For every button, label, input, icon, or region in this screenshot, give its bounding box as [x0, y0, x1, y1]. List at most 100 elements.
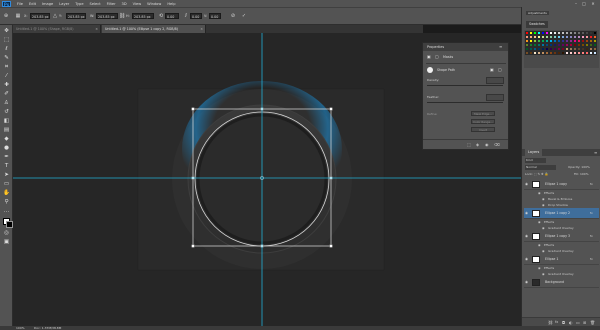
- link-layers-icon[interactable]: ⛓: [548, 320, 553, 325]
- effect-visibility-icon[interactable]: ◉: [542, 203, 545, 207]
- layer-fx-icon[interactable]: fx: [590, 211, 593, 215]
- skew-v-field[interactable]: 0.00: [209, 13, 221, 19]
- layers-tab[interactable]: Layers: [525, 149, 543, 156]
- stamp-tool-icon[interactable]: ♙: [2, 99, 11, 107]
- width-field[interactable]: 203.85 px: [96, 13, 118, 19]
- layer-row[interactable]: ◉ Background: [524, 277, 599, 288]
- commit-transform-icon[interactable]: ✓: [241, 13, 247, 19]
- visibility-eye-icon[interactable]: ◉: [525, 211, 529, 215]
- pixel-mask-icon[interactable]: ▣: [427, 54, 431, 59]
- tab-document-1[interactable]: Untitled-1 @ 100% (Shape, RGB/8) ×: [13, 25, 101, 33]
- menu-help[interactable]: Help: [167, 2, 175, 6]
- layer-fx-icon[interactable]: fx: [590, 257, 593, 261]
- zoom-level[interactable]: 100%: [16, 326, 25, 330]
- adjustment-layer-icon[interactable]: ◐: [569, 320, 573, 325]
- reference-point-icon[interactable]: ▦: [15, 13, 21, 19]
- zoom-tool-icon[interactable]: ⚲: [2, 198, 11, 206]
- vector-mask-icon[interactable]: ▢: [435, 54, 439, 59]
- close-tab-icon[interactable]: ×: [200, 25, 203, 33]
- visibility-icon[interactable]: ◉: [485, 142, 489, 147]
- close-tab-icon[interactable]: ×: [95, 25, 98, 33]
- quick-mask-icon[interactable]: ◎: [2, 229, 11, 237]
- add-mask-icon[interactable]: ▢: [498, 67, 502, 72]
- background-color-swatch[interactable]: [6, 221, 13, 228]
- dodge-tool-icon[interactable]: ●: [2, 144, 11, 152]
- trash-icon[interactable]: 🗑: [590, 320, 595, 325]
- visibility-eye-icon[interactable]: ◉: [525, 182, 529, 186]
- lasso-tool-icon[interactable]: ℓ: [2, 45, 11, 53]
- effect-visibility-icon[interactable]: ◉: [538, 243, 541, 247]
- eraser-tool-icon[interactable]: ◧: [2, 117, 11, 125]
- density-field[interactable]: [486, 77, 504, 84]
- height-field[interactable]: 203.85 px: [132, 13, 154, 19]
- invert-button[interactable]: Invert: [471, 127, 495, 132]
- load-selection-icon[interactable]: ⬚: [467, 142, 471, 147]
- close-button[interactable]: ✕: [590, 1, 596, 6]
- new-layer-icon[interactable]: ⊞: [583, 320, 586, 325]
- type-tool-icon[interactable]: T: [2, 162, 11, 170]
- effect-visibility-icon[interactable]: ◉: [538, 191, 541, 195]
- menu-filter[interactable]: Filter: [107, 2, 116, 6]
- history-brush-tool-icon[interactable]: ↺: [2, 108, 11, 116]
- blend-mode-select[interactable]: Normal: [525, 165, 556, 170]
- menu-view[interactable]: View: [133, 2, 142, 6]
- pen-tool-icon[interactable]: ✒: [2, 153, 11, 161]
- visibility-eye-icon[interactable]: ◉: [525, 257, 529, 261]
- apply-mask-footer-icon[interactable]: ◈: [476, 142, 479, 147]
- cancel-transform-icon[interactable]: ⊘: [230, 13, 236, 19]
- menu-window[interactable]: Window: [147, 2, 161, 6]
- link-icon[interactable]: ⛓: [119, 13, 125, 19]
- fx-icon[interactable]: fx: [555, 320, 558, 324]
- blur-tool-icon[interactable]: ◆: [2, 135, 11, 143]
- panel-menu-icon[interactable]: ≡: [499, 44, 502, 49]
- layer-row[interactable]: ◉ Ellipse 1 copy 2 fx: [524, 208, 599, 219]
- gradient-tool-icon[interactable]: ▤: [2, 126, 11, 134]
- fill-field[interactable]: Fill: 100%: [574, 172, 589, 176]
- visibility-eye-icon[interactable]: ◉: [525, 234, 529, 238]
- menu-image[interactable]: Image: [42, 2, 53, 6]
- layer-fx-icon[interactable]: fx: [590, 234, 593, 238]
- layers-menu-icon[interactable]: ≡: [594, 150, 597, 155]
- layer-fx-icon[interactable]: fx: [590, 182, 593, 186]
- visibility-eye-icon[interactable]: ◉: [525, 280, 529, 284]
- brush-tool-icon[interactable]: ✐: [2, 90, 11, 98]
- feather-slider[interactable]: [427, 102, 503, 103]
- tool-preset-icon[interactable]: ⊕: [3, 13, 9, 19]
- eyedropper-tool-icon[interactable]: ⁄: [2, 72, 11, 80]
- effect-visibility-icon[interactable]: ◉: [538, 220, 541, 224]
- new-group-icon[interactable]: ▭: [576, 320, 580, 325]
- density-slider[interactable]: [427, 85, 503, 86]
- effect-visibility-icon[interactable]: ◉: [538, 266, 541, 270]
- menu-select[interactable]: Select: [90, 2, 101, 6]
- hand-tool-icon[interactable]: ✋: [2, 189, 11, 197]
- minimize-button[interactable]: –: [573, 1, 579, 6]
- path-select-tool-icon[interactable]: ➤: [2, 171, 11, 179]
- menu-file[interactable]: File: [17, 2, 23, 6]
- delete-mask-icon[interactable]: ⌫: [494, 142, 500, 147]
- color-swatch[interactable]: [593, 51, 597, 55]
- color-range-button[interactable]: Color Range...: [471, 119, 495, 124]
- layer-row[interactable]: ◉ Ellipse 1 copy 3 fx: [524, 231, 599, 242]
- menu-edit[interactable]: Edit: [29, 2, 36, 6]
- feather-field[interactable]: [486, 94, 504, 101]
- screen-mode-icon[interactable]: ▣: [2, 238, 11, 246]
- effect-visibility-icon[interactable]: ◉: [542, 226, 545, 230]
- angle-field[interactable]: 0.00: [165, 13, 179, 19]
- quick-select-tool-icon[interactable]: ✎: [2, 54, 11, 62]
- move-tool-icon[interactable]: ✥: [2, 27, 11, 35]
- skew-h-field[interactable]: 0.00: [190, 13, 202, 19]
- opacity-field[interactable]: Opacity: 100%: [568, 165, 590, 169]
- swatches-tab[interactable]: Swatches: [526, 21, 548, 28]
- maximize-button[interactable]: □: [581, 1, 587, 6]
- healing-tool-icon[interactable]: ✚: [2, 81, 11, 89]
- mask-edge-button[interactable]: Mask Edge...: [471, 111, 495, 116]
- effect-visibility-icon[interactable]: ◉: [542, 249, 545, 253]
- more-tools-icon[interactable]: …: [2, 207, 11, 215]
- x-field[interactable]: 203.85 px: [30, 13, 50, 19]
- y-field[interactable]: 203.85 px: [66, 13, 86, 19]
- menu-3d[interactable]: 3D: [122, 2, 127, 6]
- tab-document-2[interactable]: Untitled-1 @ 100% (Ellipse 1 copy 2, RGB…: [102, 25, 206, 33]
- layer-row[interactable]: ◉ Ellipse 1 copy fx: [524, 179, 599, 190]
- add-mask-layer-icon[interactable]: ◘: [562, 320, 565, 325]
- marquee-tool-icon[interactable]: ⬚: [2, 36, 11, 44]
